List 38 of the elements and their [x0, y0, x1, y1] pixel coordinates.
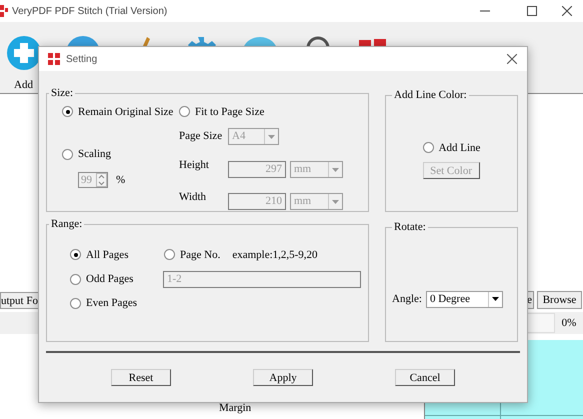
window-title: VeryPDF PDF Stitch (Trial Version) [12, 4, 168, 18]
radio-option[interactable]: Scaling [62, 146, 179, 162]
app-icon [48, 53, 60, 65]
progress-text: 0% [560, 316, 578, 331]
dialog-title: Setting [66, 52, 98, 66]
group-title: Size: [50, 86, 74, 101]
radio-option[interactable]: Odd Pages [70, 271, 163, 288]
radio-option[interactable]: Add Line [422, 140, 480, 156]
add-icon[interactable] [6, 35, 42, 71]
unit-label: % [116, 172, 126, 188]
angle-label: Angle: [392, 292, 422, 307]
maximize-icon[interactable] [527, 6, 537, 16]
group-title: Rotate: [393, 220, 427, 235]
margin-label: Margin [219, 402, 252, 414]
dropdown[interactable]: 0 Degree [426, 290, 503, 308]
radio-option[interactable]: Fit to Page Size [179, 104, 343, 120]
dialog-button[interactable]: Cancel [395, 369, 455, 386]
field-label: Height [179, 158, 210, 173]
field-label: Width [179, 190, 208, 205]
caret-icon [328, 162, 342, 177]
caret-icon [328, 194, 342, 209]
radio-option[interactable]: Page No. [164, 246, 220, 263]
close-icon[interactable] [562, 6, 572, 16]
browse-button[interactable]: Browse [537, 291, 582, 309]
dialog-button[interactable]: Apply [253, 369, 313, 386]
toolbar-label: Add [14, 78, 33, 93]
group-title: Range: [50, 217, 84, 232]
field-label: Page Size [179, 129, 224, 144]
dialog-button[interactable]: Reset [111, 369, 171, 386]
app-icon [0, 4, 8, 18]
radio-option[interactable]: Remain Original Size [62, 104, 179, 120]
close-icon[interactable] [507, 54, 517, 64]
radio-option[interactable]: Even Pages [70, 295, 361, 312]
radio-option[interactable]: All Pages [70, 246, 164, 263]
caret-icon [488, 292, 502, 306]
caret-icon [264, 129, 278, 144]
hint-text: example:1,2,5-9,20 [232, 248, 318, 262]
group-title: Add Line Color: [393, 88, 468, 103]
